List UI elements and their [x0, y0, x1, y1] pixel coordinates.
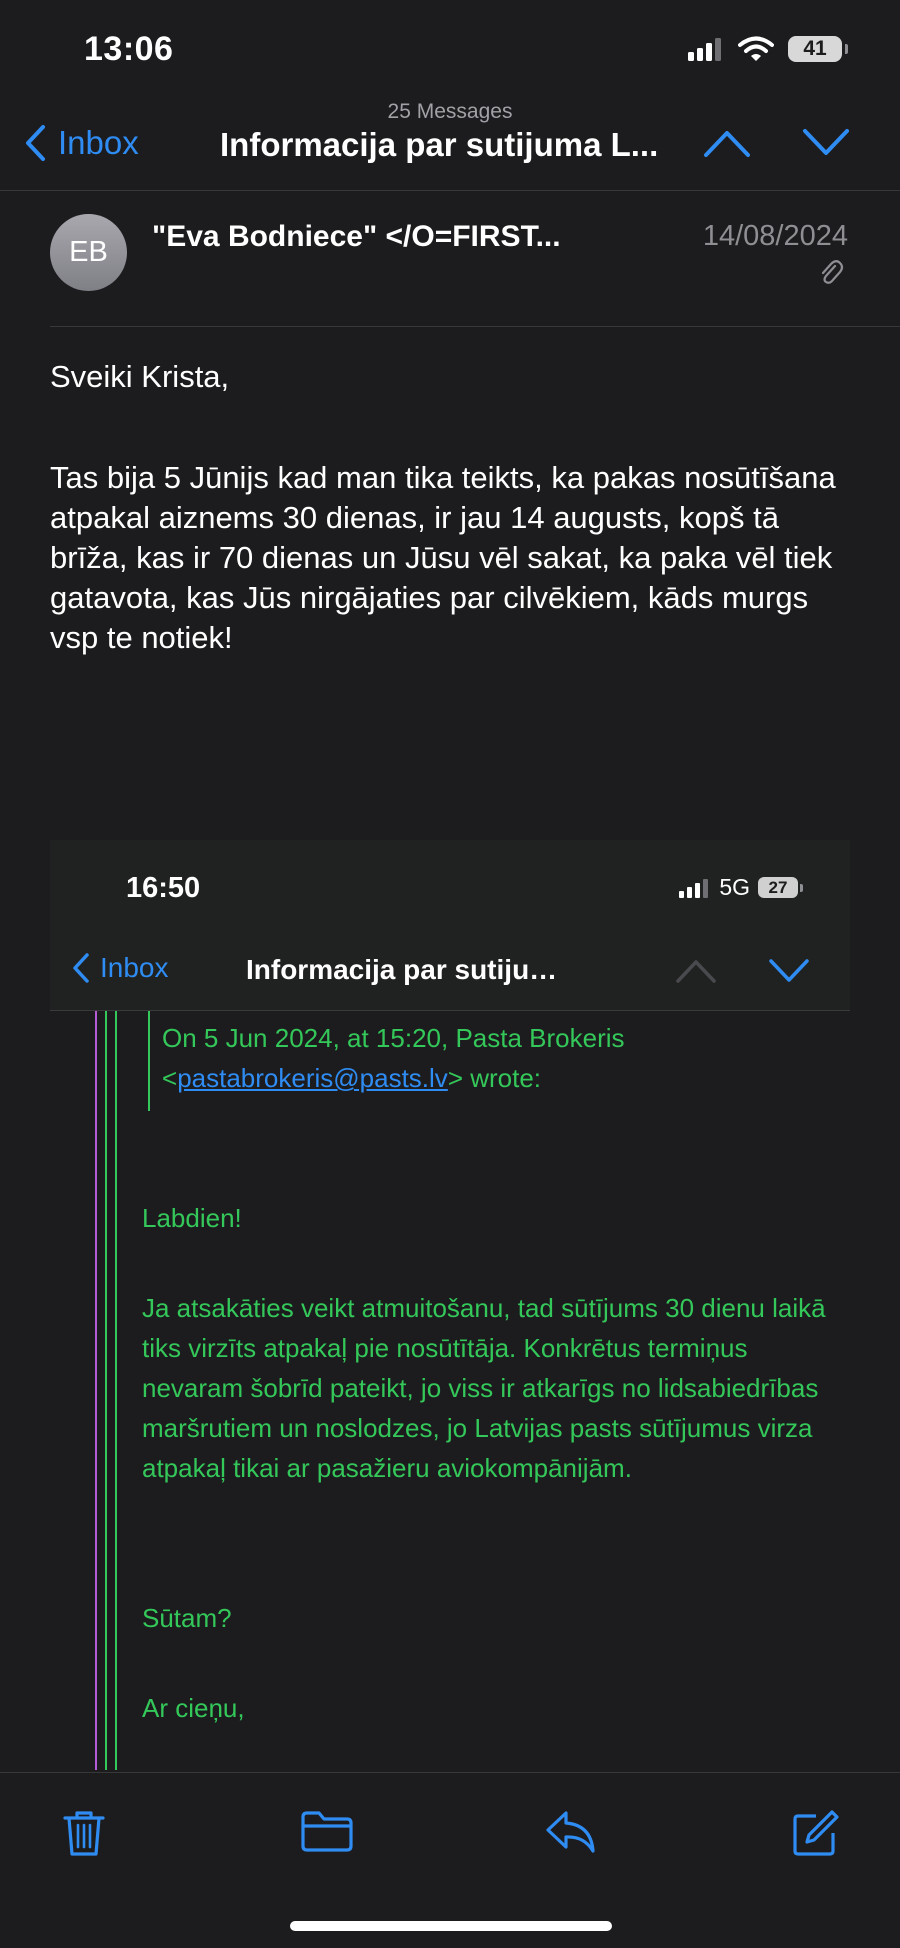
- trash-button[interactable]: [62, 1809, 106, 1862]
- back-button[interactable]: Inbox: [24, 124, 139, 162]
- quote-email-line: <pastabrokeris@pasts.lv> wrote:: [162, 1058, 832, 1098]
- embedded-status-time: 16:50: [126, 872, 201, 904]
- message-count: 25 Messages: [387, 100, 513, 123]
- quote-bar-green-2: [115, 1011, 117, 1770]
- greeting-text: Sveiki Krista,: [50, 359, 230, 394]
- move-to-folder-button[interactable]: [300, 1809, 354, 1858]
- chevron-up-icon: [704, 131, 750, 157]
- sender-name[interactable]: "Eva Bodniece" </O=FIRST...: [152, 220, 636, 254]
- avatar[interactable]: EB: [50, 214, 127, 291]
- compose-button[interactable]: [792, 1809, 840, 1862]
- quote-bar-green: [105, 1011, 107, 1770]
- wifi-icon: [738, 36, 774, 61]
- battery-indicator: 41: [788, 36, 848, 62]
- quote-signoff: Ar cieņu,: [142, 1693, 245, 1723]
- embedded-battery: 27: [758, 877, 803, 898]
- message-date: 14/08/2024: [702, 220, 848, 252]
- quote-intro-line: On 5 Jun 2024, at 15:20, Pasta Brokeris: [162, 1023, 625, 1053]
- trash-icon: [63, 1811, 105, 1856]
- back-label: Inbox: [58, 124, 139, 161]
- embedded-divider: [50, 1010, 850, 1011]
- quote-email-link: pastabrokeris@pasts.lv: [177, 1063, 448, 1093]
- quote-greeting: Labdien!: [142, 1203, 242, 1233]
- message-paragraph: Tas bija 5 Jūnijs kad man tika teikts, k…: [50, 460, 836, 655]
- quote-bar-inner: [148, 1011, 150, 1111]
- embedded-chevron-up-icon: [676, 960, 716, 983]
- quote-paragraph: Ja atsakāties veikt atmuitošanu, tad sūt…: [142, 1293, 826, 1483]
- embedded-title: Informacija par sutijuma L...: [246, 954, 576, 985]
- embedded-screenshot[interactable]: 16:50 5G 27 Inbox Informacija par sutiju…: [50, 840, 850, 1770]
- embedded-chevron-left-icon: [73, 953, 89, 983]
- chevron-down-icon: [803, 129, 849, 155]
- thread-title: Informacija par sutijuma L...: [220, 126, 659, 163]
- previous-message-button[interactable]: [703, 128, 751, 163]
- quote-intro: On 5 Jun 2024, at 15:20, Pasta Brokeris …: [162, 1018, 832, 1098]
- embedded-chevron-down-icon: [769, 959, 809, 982]
- header-divider: [50, 326, 900, 327]
- quote-ask: Sūtam?: [142, 1603, 232, 1633]
- status-time: 13:06: [84, 30, 174, 68]
- attachment-icon: [818, 258, 844, 293]
- quote-wrote: > wrote:: [447, 1063, 542, 1093]
- status-icons: 41: [688, 36, 848, 62]
- folder-icon: [301, 1811, 353, 1852]
- home-indicator[interactable]: [290, 1921, 612, 1931]
- embedded-signal-icon: [679, 878, 709, 898]
- embedded-network-label: 5G: [719, 874, 750, 900]
- reply-icon: [546, 1811, 595, 1853]
- reply-button[interactable]: [544, 1809, 596, 1860]
- embedded-back-button: Inbox: [72, 952, 169, 984]
- chevron-left-icon: [26, 125, 45, 161]
- next-message-button[interactable]: [802, 128, 850, 163]
- quote-lt: <: [162, 1063, 178, 1093]
- embedded-back-label: Inbox: [100, 952, 169, 983]
- quote-bar-purple: [95, 1011, 97, 1770]
- cellular-signal-icon: [688, 38, 721, 61]
- nav-divider: [0, 190, 900, 191]
- embedded-status-icons: 5G 27: [679, 874, 803, 901]
- compose-icon: [793, 1810, 839, 1856]
